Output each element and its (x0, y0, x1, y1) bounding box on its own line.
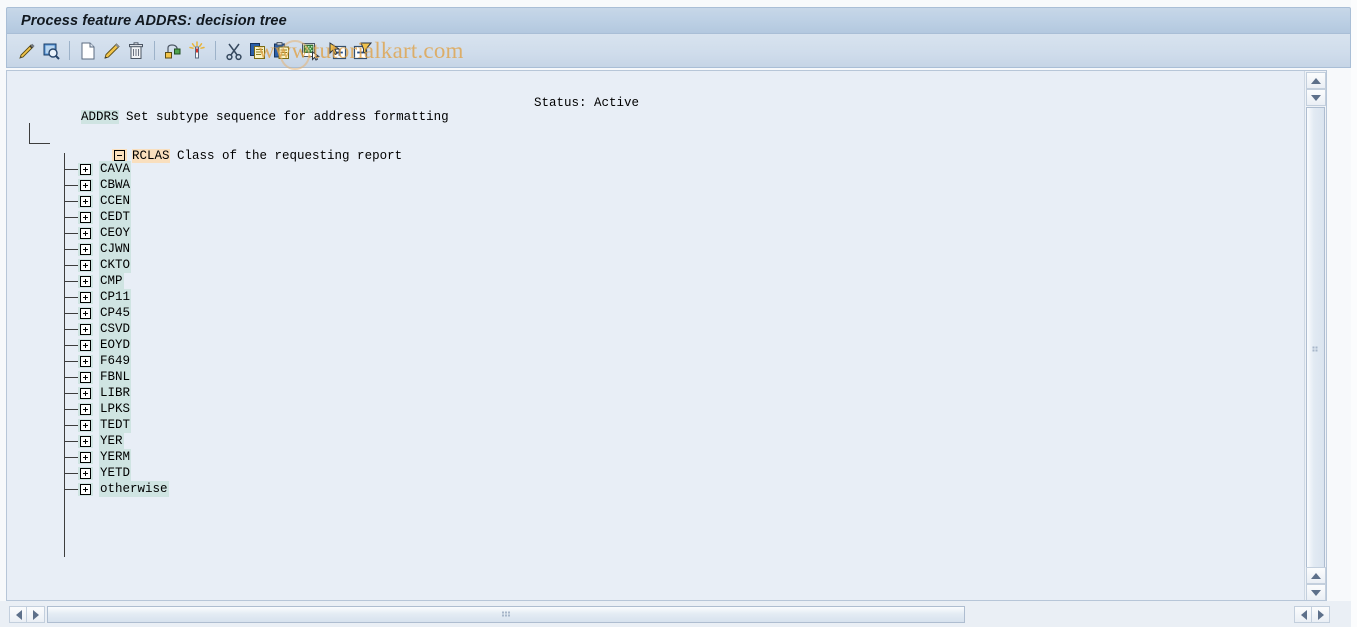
scroll-grip (502, 611, 510, 618)
tree-root-row[interactable]: RCLAS Class of the requesting report (52, 129, 402, 163)
arrow-up-icon (1311, 77, 1321, 84)
expand-plus-icon (80, 484, 91, 495)
tree-node-label[interactable]: LPKS (99, 401, 132, 417)
vertical-scrollbar[interactable] (1304, 71, 1326, 600)
right-strip (1351, 0, 1357, 627)
expand-plus-icon (80, 244, 91, 255)
scroll-grip (1312, 346, 1319, 354)
folder-open-icon (114, 150, 126, 162)
tree-connector (29, 123, 50, 144)
arrow-up-icon (1311, 572, 1321, 579)
toolbar-separator (154, 41, 155, 60)
scroll-up-button-bottom[interactable] (1306, 567, 1326, 584)
tree-node-label[interactable]: CEDT (99, 209, 132, 225)
arrow-down-icon (1311, 589, 1321, 596)
tree-node-label[interactable]: CBWA (99, 177, 132, 193)
application-toolbar (6, 34, 1351, 68)
structure-icon[interactable] (161, 39, 185, 63)
tree-node-label[interactable]: YER (99, 433, 124, 449)
scroll-down-button[interactable] (1306, 89, 1326, 106)
change-mode-icon[interactable] (15, 39, 39, 63)
tree-root-text: Class of the requesting report (169, 149, 403, 163)
sap-window: Process feature ADDRS: decision tree www… (0, 0, 1357, 627)
magic-wand-icon[interactable] (185, 39, 209, 63)
scroll-up-button[interactable] (1306, 72, 1326, 89)
expand-node-toggle[interactable] (78, 483, 93, 496)
tree-node-label[interactable]: FBNL (99, 369, 132, 385)
tree-node-label[interactable]: otherwise (99, 481, 169, 497)
toolbar-separator (69, 41, 70, 60)
horizontal-scrollbar[interactable] (6, 606, 1351, 625)
paste-icon[interactable] (270, 39, 294, 63)
tree-node-label[interactable]: CMP (99, 273, 124, 289)
delete-trash-icon[interactable] (124, 39, 148, 63)
tree-node-label[interactable]: CKTO (99, 257, 132, 273)
expand-plus-icon (80, 372, 91, 383)
expand-plus-icon (80, 436, 91, 447)
tree-node-label[interactable]: EOYD (99, 337, 132, 353)
window-titlebar: Process feature ADDRS: decision tree (6, 7, 1351, 34)
feature-id[interactable]: ADDRS (81, 110, 119, 124)
display-search-icon[interactable] (39, 39, 63, 63)
content-area: ADDRS Set subtype sequence for address f… (6, 70, 1351, 601)
expand-plus-icon (80, 388, 91, 399)
expand-plus-icon (80, 228, 91, 239)
expand-plus-icon (80, 260, 91, 271)
scroll-right-button-right[interactable] (1311, 606, 1330, 623)
expand-plus-icon (80, 180, 91, 191)
arrow-down-icon (1311, 94, 1321, 101)
arrow-left-icon (1300, 609, 1307, 620)
tree-node-label[interactable]: CEOY (99, 225, 132, 241)
tree-node-label[interactable]: TEDT (99, 417, 132, 433)
tree-node-label[interactable]: CP11 (99, 289, 132, 305)
expand-plus-icon (80, 196, 91, 207)
new-page-icon[interactable] (76, 39, 100, 63)
tree-node-label[interactable]: CP45 (99, 305, 132, 321)
arrow-right-icon (1317, 609, 1324, 620)
expand-plus-icon (80, 420, 91, 431)
arrow-left-icon (15, 609, 22, 620)
tree-node-label[interactable]: YETD (99, 465, 132, 481)
decision-tree-panel: ADDRS Set subtype sequence for address f… (6, 70, 1327, 601)
collapse-subtree-icon[interactable] (350, 39, 374, 63)
scroll-down-button-bottom[interactable] (1306, 584, 1326, 600)
expand-plus-icon (80, 276, 91, 287)
expand-plus-icon (80, 212, 91, 223)
expand-plus-icon (80, 452, 91, 463)
expand-plus-icon (80, 356, 91, 367)
tree-node-label[interactable]: CCEN (99, 193, 132, 209)
expand-plus-icon (80, 308, 91, 319)
cut-scissors-icon[interactable] (222, 39, 246, 63)
paste-doc-icon[interactable] (298, 39, 322, 63)
tree-node-label[interactable]: F649 (99, 353, 132, 369)
tree-node-label[interactable]: YERM (99, 449, 132, 465)
expand-plus-icon (80, 468, 91, 479)
expand-plus-icon (80, 164, 91, 175)
vertical-scroll-thumb[interactable] (1306, 107, 1325, 593)
expand-plus-icon (80, 292, 91, 303)
page-title: Process feature ADDRS: decision tree (21, 12, 287, 29)
tree-node-label[interactable]: CJWN (99, 241, 132, 257)
arrow-right-icon (32, 609, 39, 620)
tree-node-label[interactable]: CSVD (99, 321, 132, 337)
tree-root-id[interactable]: RCLAS (132, 149, 170, 163)
horizontal-scroll-thumb[interactable] (47, 606, 965, 623)
copy-icon[interactable] (246, 39, 270, 63)
expand-plus-icon (80, 340, 91, 351)
status-label: Status: Active (534, 96, 640, 110)
feature-description: Set subtype sequence for address formatt… (118, 110, 449, 124)
expand-plus-icon (80, 404, 91, 415)
tree-node-label[interactable]: LIBR (99, 385, 132, 401)
expand-subtree-icon[interactable] (326, 39, 350, 63)
toolbar-separator (215, 41, 216, 60)
expand-plus-icon (80, 324, 91, 335)
tree-node-label[interactable]: CAVA (99, 161, 132, 177)
scroll-right-button[interactable] (26, 606, 45, 623)
edit-pencil-icon[interactable] (100, 39, 124, 63)
